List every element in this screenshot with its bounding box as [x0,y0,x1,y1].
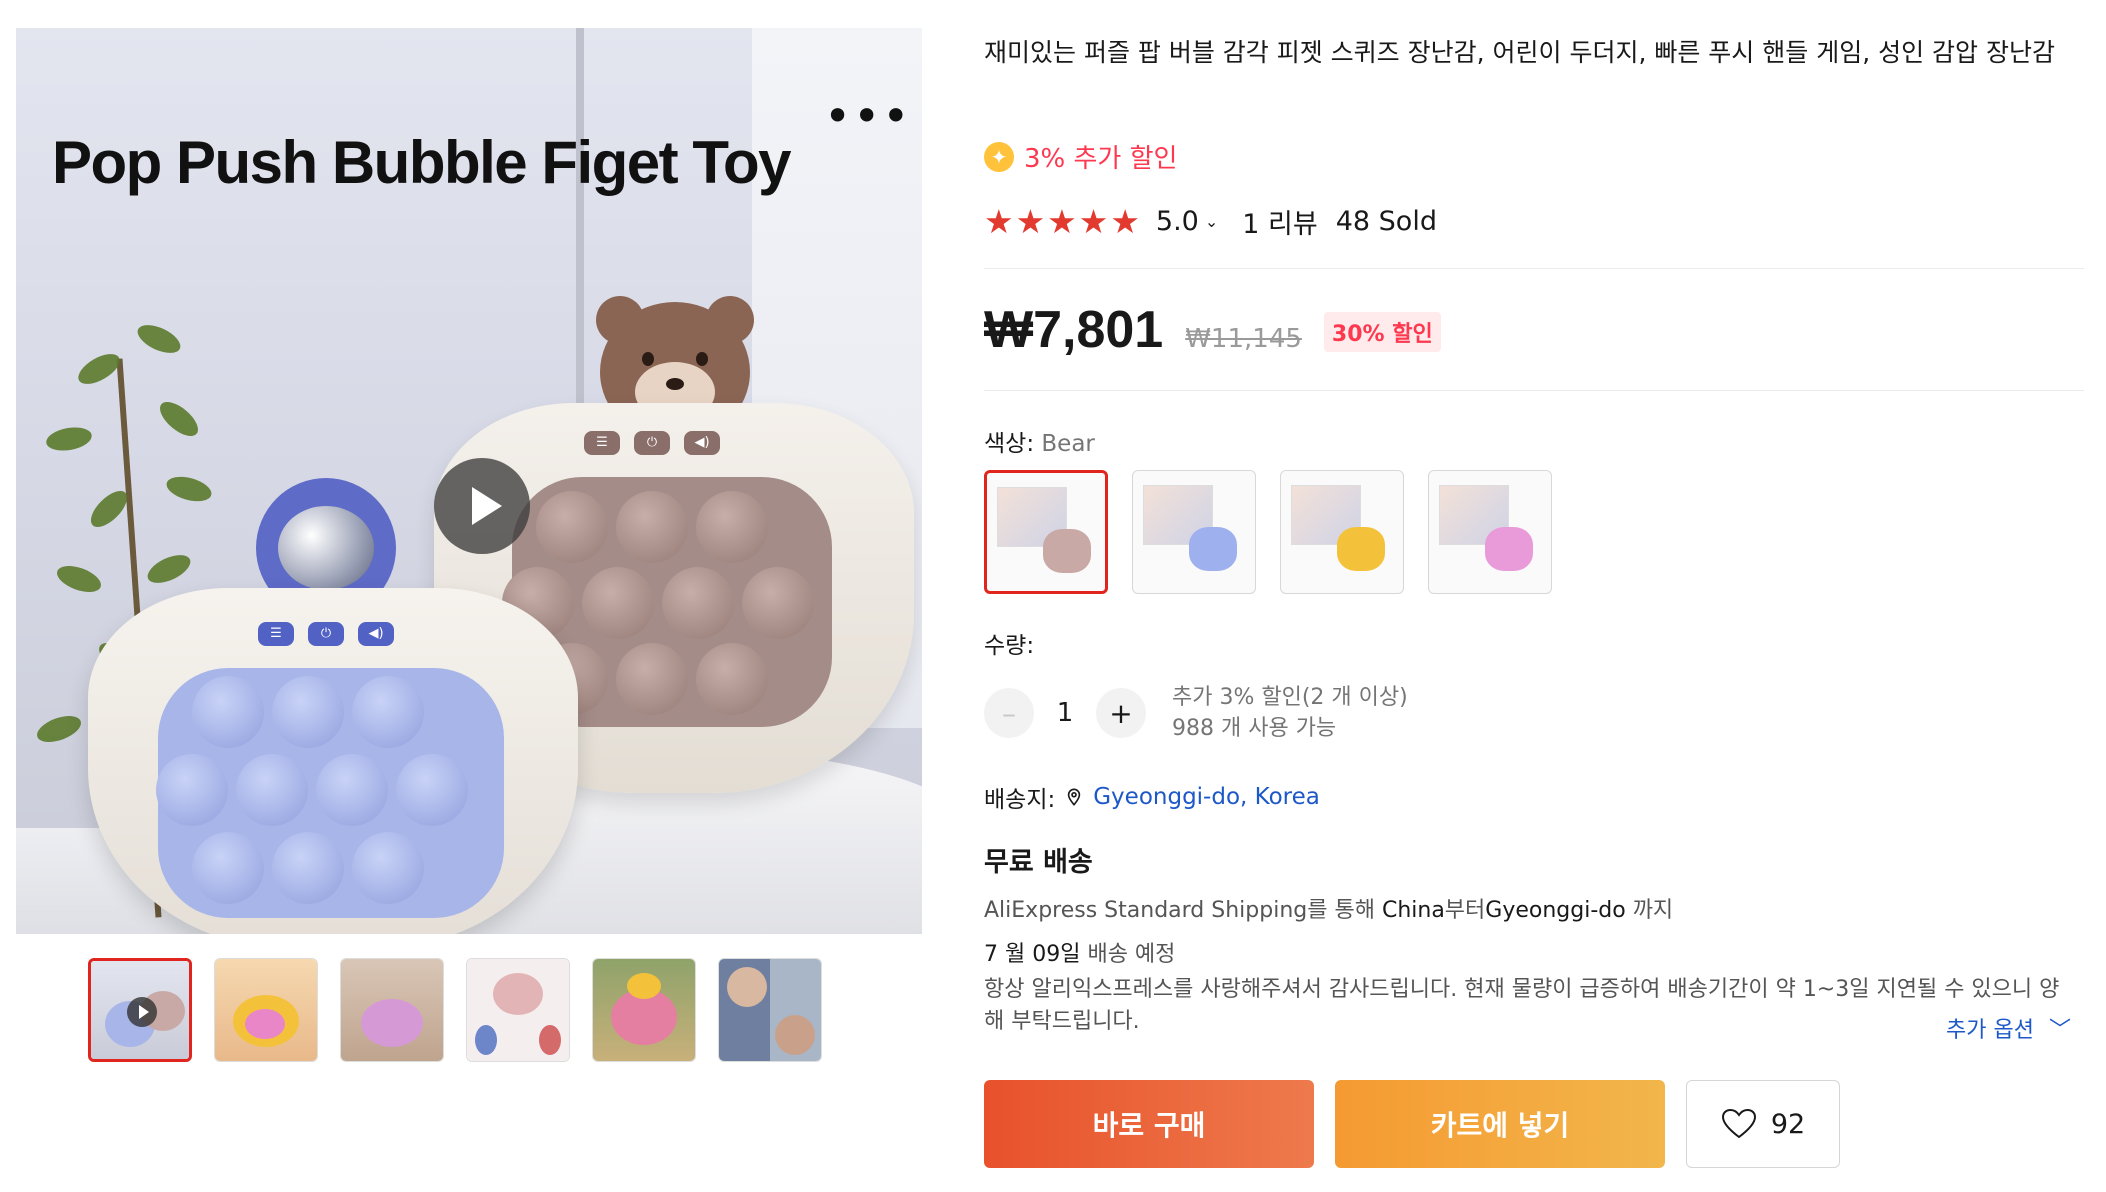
product-title: 재미있는 퍼즐 팝 버블 감각 피젯 스퀴즈 장난감, 어린이 두더지, 빠른 … [984,38,2055,67]
delivery-suffix: 배송 예정 [1080,942,1176,967]
divider [984,268,2084,269]
available-stock: 988 개 사용 가능 [1172,716,1337,741]
shipping-destination: Gyeonggi-do [1485,898,1626,923]
more-options-icon[interactable]: ••• [824,93,911,139]
thumbnail-6[interactable] [718,958,822,1062]
swatch-pink[interactable] [1428,470,1552,594]
delivery-estimate: 7 월 09일 배송 예정 [984,936,1175,968]
color-swatches [984,470,1552,594]
shipping-from: 부터 [1444,898,1486,923]
ship-location-link[interactable]: Gyeonggi-do, Korea [1093,784,1320,810]
delivery-date: 7 월 09일 [984,942,1081,967]
chevron-down-icon: ﹀ [2048,1018,2071,1043]
thumbnail-1[interactable] [88,958,192,1062]
thumbnail-strip [88,958,822,1062]
play-icon [127,997,157,1027]
heart-icon [1721,1108,1756,1139]
astronaut-pop-toy: ☰ ⏻ ◀) [88,588,578,934]
thumbnail-4[interactable] [466,958,570,1062]
coupon-star-icon: ✦ [984,141,1014,172]
shipping-service: AliExpress Standard Shipping [984,898,1308,923]
location-pin-icon [1068,788,1081,806]
sold-count: 48 Sold [1335,206,1437,237]
more-shipping-options[interactable]: 추가 옵션 ﹀ [1946,1012,2071,1044]
quantity-increase-button[interactable]: + [1096,688,1146,738]
shipping-origin: China [1381,898,1445,923]
ship-to-label: 배송지: [984,787,1056,813]
shipping-via: 를 통해 [1307,898,1382,923]
swatch-astronaut[interactable] [1132,470,1256,594]
quantity-label: 수량: [984,633,1035,659]
buy-now-button[interactable]: 바로 구매 [984,1080,1314,1168]
price-row: ₩7,801 ₩11,145 30% 할인 [984,300,1441,360]
shipping-method: AliExpress Standard Shipping를 통해 China부터… [984,892,1673,924]
bulk-discount-note: 추가 3% 할인(2 개 이상) [1172,685,1408,710]
ship-to-row: 배송지: Gyeonggi-do, Korea [984,780,1320,814]
quantity-stepper: – 1 + 추가 3% 할인(2 개 이상) 988 개 사용 가능 [984,682,1408,744]
current-price: ₩7,801 [984,301,1164,359]
coupon-badge[interactable]: ✦ 3% 추가 할인 [984,138,1177,175]
quantity-note: 추가 3% 할인(2 개 이상) 988 개 사용 가능 [1172,682,1408,744]
wishlist-button[interactable]: 92 [1686,1080,1840,1168]
more-options-label: 추가 옵션 [1946,1018,2034,1043]
shipping-notice: 항상 알리익스프레스를 사랑해주셔서 감사드립니다. 현재 물량이 급증하여 배… [984,977,2060,1034]
color-label-row: 색상: Bear [984,424,1095,458]
play-video-icon[interactable] [434,458,530,554]
thumbnail-5[interactable] [592,958,696,1062]
free-shipping-label: 무료 배송 [984,847,1093,878]
swatch-bear[interactable] [984,470,1108,594]
add-to-cart-button[interactable]: 카트에 넣기 [1335,1080,1665,1168]
wishlist-count: 92 [1770,1108,1806,1140]
coupon-text: 3% 추가 할인 [1024,144,1178,174]
color-value: Bear [1041,431,1095,457]
review-count[interactable]: 1 리뷰 [1242,202,1317,241]
discount-badge: 30% 할인 [1323,312,1441,352]
thumbnail-3[interactable] [340,958,444,1062]
shipping-to: 까지 [1625,898,1674,923]
main-product-image[interactable]: Pop Push Bubble Figet Toy ••• ☰ ⏻ ◀) ☰ ⏻… [16,28,922,934]
divider [984,390,2084,391]
quantity-value[interactable]: 1 [1034,698,1096,728]
quantity-decrease-button[interactable]: – [984,688,1034,738]
color-label: 색상: [984,431,1035,457]
rating-row: ★★★★★ 5.0 ⌄ 1 리뷰 48 Sold [984,202,1437,241]
swatch-duck[interactable] [1280,470,1404,594]
star-rating-icon: ★★★★★ [984,202,1142,241]
thumbnail-2[interactable] [214,958,318,1062]
chevron-down-icon[interactable]: ⌄ [1205,212,1218,231]
rating-score[interactable]: 5.0 [1156,206,1199,237]
original-price: ₩11,145 [1185,324,1302,354]
promo-image-title: Pop Push Bubble Figet Toy [52,129,792,196]
